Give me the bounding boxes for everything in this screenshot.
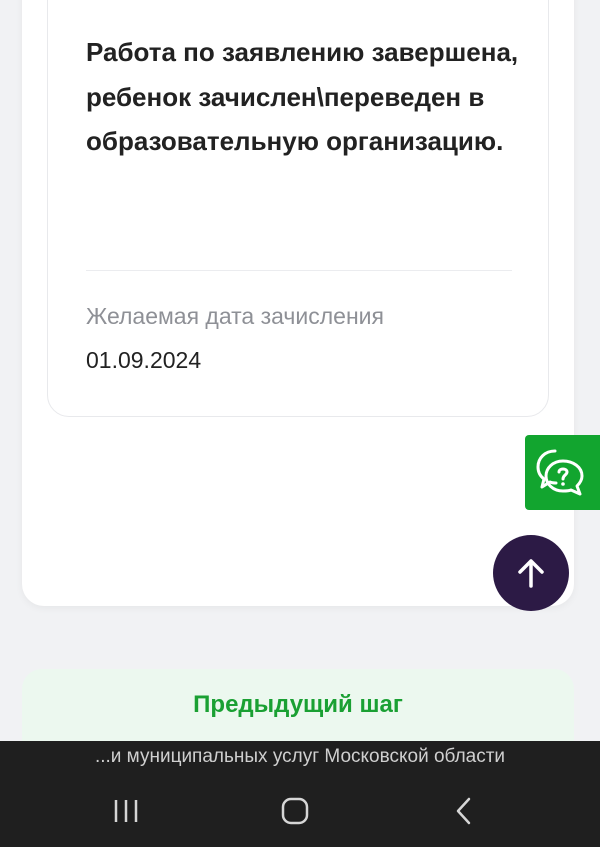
home-icon bbox=[281, 797, 309, 825]
browser-page-title: ...и муниципальных услуг Московской обла… bbox=[94, 746, 506, 767]
desired-date-value: 01.09.2024 bbox=[86, 347, 202, 373]
scroll-to-top-button[interactable] bbox=[493, 535, 569, 611]
home-button[interactable] bbox=[265, 789, 325, 833]
recents-icon bbox=[114, 800, 138, 822]
back-icon bbox=[456, 797, 471, 825]
status-message: Работа по заявлению завершена, ребенок з… bbox=[86, 37, 519, 156]
desired-date-label: Желаемая дата зачисления bbox=[86, 303, 384, 329]
recents-button[interactable] bbox=[96, 789, 156, 833]
back-button[interactable] bbox=[434, 789, 494, 833]
previous-step-label: Предыдущий шаг bbox=[193, 691, 403, 718]
chat-help-button[interactable] bbox=[525, 435, 600, 510]
arrow-up-icon bbox=[518, 559, 544, 588]
divider bbox=[86, 270, 512, 271]
system-navigation-bar: ...и муниципальных услуг Московской обла… bbox=[0, 741, 600, 847]
chat-help-icon bbox=[536, 449, 583, 495]
